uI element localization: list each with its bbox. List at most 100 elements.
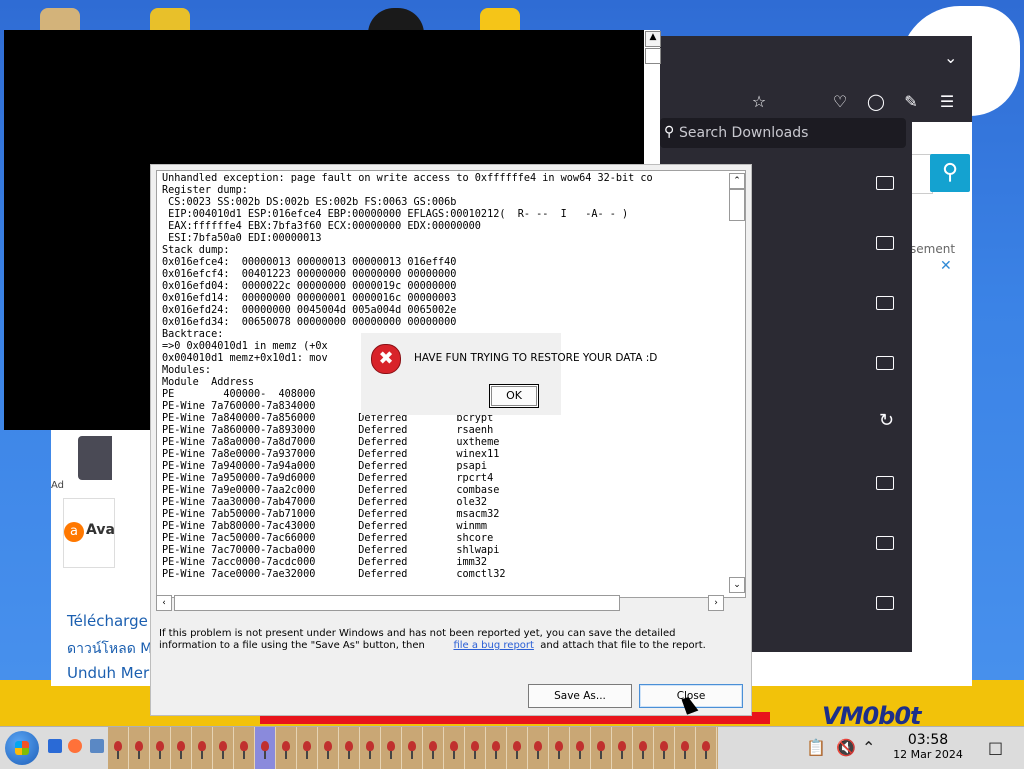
network-icon[interactable] bbox=[90, 739, 104, 753]
taskbar-window-button[interactable] bbox=[696, 727, 717, 769]
taskbar-window-button[interactable] bbox=[633, 727, 654, 769]
wine-glass-icon bbox=[513, 741, 521, 751]
folder-icon[interactable] bbox=[876, 176, 894, 190]
message-box-text: HAVE FUN TRYING TO RESTORE YOUR DATA :D bbox=[414, 352, 658, 364]
log-vertical-scrollbar[interactable]: ⌃ ⌄ bbox=[729, 173, 745, 593]
wine-glass-stem bbox=[663, 751, 665, 759]
wine-glass-stem bbox=[474, 751, 476, 759]
scroll-up-icon[interactable]: ⌃ bbox=[729, 173, 745, 189]
taskbar-window-button[interactable] bbox=[591, 727, 612, 769]
taskbar-window-button[interactable] bbox=[444, 727, 465, 769]
wine-glass-stem bbox=[117, 751, 119, 759]
taskbar-window-button[interactable] bbox=[675, 727, 696, 769]
taskbar-window-button[interactable] bbox=[486, 727, 507, 769]
save-as-button[interactable]: Save As... bbox=[528, 684, 632, 708]
wine-glass-stem bbox=[558, 751, 560, 759]
taskbar-window-button[interactable] bbox=[465, 727, 486, 769]
taskbar-window-button[interactable] bbox=[255, 727, 276, 769]
taskbar-window-button[interactable] bbox=[297, 727, 318, 769]
folder-icon[interactable] bbox=[876, 296, 894, 310]
crash-info-line-2b: and attach that file to the report. bbox=[540, 640, 706, 651]
chevron-down-icon[interactable]: ⌄ bbox=[944, 48, 957, 67]
firefox-icon[interactable] bbox=[68, 739, 82, 753]
taskbar-window-button[interactable] bbox=[612, 727, 633, 769]
folder-icon[interactable] bbox=[876, 236, 894, 250]
scroll-down-icon[interactable]: ⌄ bbox=[729, 577, 745, 593]
bookmark-star-icon[interactable]: ☆ bbox=[748, 92, 770, 111]
chevron-up-icon[interactable]: ⌃ bbox=[862, 738, 875, 757]
taskbar-window-button[interactable] bbox=[360, 727, 381, 769]
folder-icon[interactable] bbox=[876, 596, 894, 610]
scrollbar-thumb[interactable] bbox=[729, 189, 745, 221]
clipboard-icon[interactable]: 📋 bbox=[806, 738, 826, 757]
wine-glass-icon bbox=[576, 741, 584, 751]
pocket-icon[interactable]: ♡ bbox=[829, 92, 851, 111]
retry-icon[interactable]: ↻ bbox=[879, 410, 894, 431]
taskbar-window-button[interactable] bbox=[276, 727, 297, 769]
show-desktop-icon[interactable]: □ bbox=[988, 738, 1003, 757]
wine-glass-stem bbox=[600, 751, 602, 759]
taskbar-window-button[interactable] bbox=[528, 727, 549, 769]
taskbar-window-button[interactable] bbox=[654, 727, 675, 769]
download-link-id[interactable]: Unduh Mer bbox=[67, 664, 149, 682]
wine-glass-icon bbox=[408, 741, 416, 751]
scroll-up-icon[interactable]: ▲ bbox=[645, 31, 661, 47]
menu-icon[interactable]: ☰ bbox=[936, 92, 958, 111]
taskbar-window-button[interactable] bbox=[339, 727, 360, 769]
taskbar-window-button[interactable] bbox=[423, 727, 444, 769]
avast-ad-text: Ava bbox=[86, 522, 115, 538]
taskbar-windows bbox=[108, 727, 718, 769]
wine-glass-stem bbox=[642, 751, 644, 759]
taskbar-window-button[interactable] bbox=[150, 727, 171, 769]
taskbar-window-button[interactable] bbox=[381, 727, 402, 769]
taskbar-window-button[interactable] bbox=[129, 727, 150, 769]
bug-report-link[interactable]: file a bug report bbox=[453, 640, 533, 651]
wine-glass-icon bbox=[240, 741, 248, 751]
scrollbar-thumb[interactable] bbox=[645, 48, 661, 64]
account-icon[interactable]: ◯ bbox=[865, 92, 887, 111]
wine-glass-stem bbox=[138, 751, 140, 759]
file-manager-icon[interactable] bbox=[48, 739, 62, 753]
taskbar-window-button[interactable] bbox=[402, 727, 423, 769]
wine-glass-icon bbox=[555, 741, 563, 751]
wine-glass-icon bbox=[681, 741, 689, 751]
volume-muted-icon[interactable]: 🔇 bbox=[836, 738, 856, 757]
wine-glass-stem bbox=[222, 751, 224, 759]
download-link-th[interactable]: ดาวน์โหลด M bbox=[67, 638, 152, 660]
close-icon[interactable]: ✕ bbox=[940, 258, 952, 274]
wine-glass-stem bbox=[579, 751, 581, 759]
wine-glass-stem bbox=[516, 751, 518, 759]
page-search-button[interactable]: ⚲ bbox=[930, 154, 970, 192]
wine-glass-icon bbox=[450, 741, 458, 751]
folder-icon[interactable] bbox=[876, 476, 894, 490]
taskbar-window-button[interactable] bbox=[171, 727, 192, 769]
crash-info-line-1: If this problem is not present under Win… bbox=[159, 628, 676, 639]
ok-button[interactable]: OK bbox=[489, 384, 539, 408]
taskbar-window-button[interactable] bbox=[549, 727, 570, 769]
wine-glass-icon bbox=[156, 741, 164, 751]
taskbar-clock[interactable]: 03:58 12 Mar 2024 bbox=[888, 732, 968, 762]
scrollbar-thumb[interactable] bbox=[174, 595, 620, 611]
wine-glass-icon bbox=[114, 741, 122, 751]
taskbar-window-button[interactable] bbox=[570, 727, 591, 769]
start-button[interactable] bbox=[5, 731, 39, 765]
log-horizontal-scrollbar[interactable]: ‹ › bbox=[156, 595, 728, 611]
wine-glass-stem bbox=[159, 751, 161, 759]
wine-glass-icon bbox=[492, 741, 500, 751]
scroll-left-icon[interactable]: ‹ bbox=[156, 595, 172, 611]
wine-glass-icon bbox=[219, 741, 227, 751]
scroll-right-icon[interactable]: › bbox=[708, 595, 724, 611]
download-link-fr[interactable]: Télécharge bbox=[67, 612, 148, 630]
extensions-icon[interactable]: ✎ bbox=[900, 92, 922, 111]
folder-icon[interactable] bbox=[876, 536, 894, 550]
taskbar-window-button[interactable] bbox=[213, 727, 234, 769]
taskbar-window-button[interactable] bbox=[318, 727, 339, 769]
taskbar-window-button[interactable] bbox=[507, 727, 528, 769]
search-icon: ⚲ bbox=[664, 124, 675, 140]
taskbar-window-button[interactable] bbox=[108, 727, 129, 769]
folder-icon[interactable] bbox=[876, 356, 894, 370]
taskbar-window-button[interactable] bbox=[192, 727, 213, 769]
taskbar-window-button[interactable] bbox=[234, 727, 255, 769]
wine-glass-stem bbox=[411, 751, 413, 759]
crash-info-line-2: information to a file using the "Save As… bbox=[159, 640, 739, 652]
